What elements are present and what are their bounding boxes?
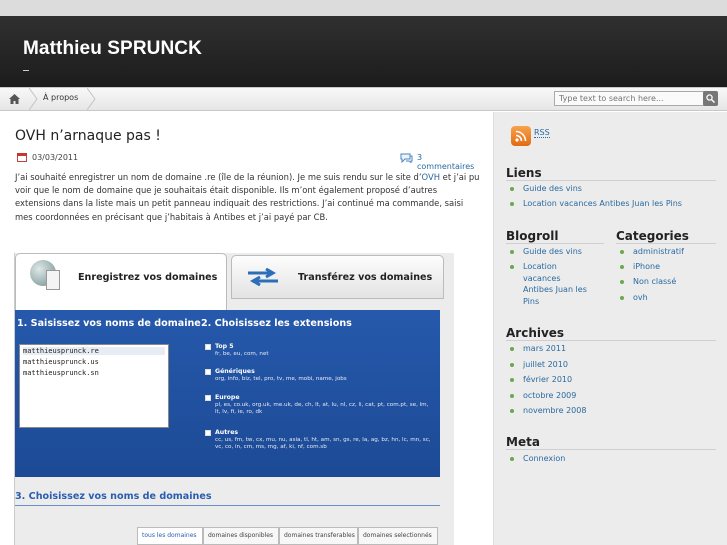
subtab: domaines transferables <box>279 527 358 545</box>
post-text: J’ai souhaité enregistrer un nom de doma… <box>15 172 422 182</box>
comments-link[interactable]: 3 commentaires <box>417 153 478 171</box>
title-underline <box>23 70 29 71</box>
link-location-vacances[interactable]: Location vacances Antibes Juan les Pins <box>510 198 682 210</box>
post-meta: 03/03/2011 3 commentaires <box>15 152 478 171</box>
domain-entry: matthieusprunck.us <box>23 358 99 366</box>
domain-textarea: matthieusprunck.re matthieusprunck.us ma… <box>19 344 169 428</box>
checkbox-icon <box>205 369 211 375</box>
post-screenshot: Enregistrez vos domaines Transférez vos … <box>14 253 454 545</box>
sidebar: RSS Liens Guide des vins Location vacanc… <box>493 112 727 545</box>
rss-icon[interactable] <box>511 126 531 146</box>
tab-register-domains: Enregistrez vos domaines <box>15 253 227 310</box>
post-title[interactable]: OVH n’arnaque pas ! <box>15 128 161 144</box>
tab-transfer-domains: Transférez vos domaines <box>231 255 444 299</box>
archive-item[interactable]: juillet 2010 <box>510 359 568 371</box>
search-icon <box>706 94 715 103</box>
category-item[interactable]: Non classé <box>619 276 676 288</box>
post-body: J’ai souhaité enregistrer un nom de doma… <box>15 171 483 224</box>
step3-title: 3. Choisissez vos noms de domaines <box>15 491 212 502</box>
subtab: tous les domaines <box>137 527 203 545</box>
divider <box>616 243 716 244</box>
tab-label: Transférez vos domaines <box>298 272 433 283</box>
home-icon <box>9 94 20 104</box>
nav-bar: À propos <box>0 87 727 111</box>
ext-list: pl, es, co.uk, org.uk, me.uk, de, ch, lt… <box>215 402 429 416</box>
checkbox-icon <box>205 430 211 436</box>
checkbox-icon <box>205 344 211 350</box>
archive-item[interactable]: novembre 2008 <box>509 405 586 417</box>
domain-form-panel: 1. Saisissez vos noms de domaine 2. Choi… <box>15 310 440 477</box>
category-item[interactable]: iPhone <box>619 261 660 273</box>
search-input[interactable] <box>554 91 706 106</box>
step2-title: 2. Choisissez les extensions <box>201 318 352 329</box>
home-button[interactable] <box>0 88 29 110</box>
categories-heading: Categories <box>616 229 689 243</box>
archives-heading: Archives <box>506 326 565 340</box>
ext-title: Génériques <box>215 368 255 375</box>
post-date: 03/03/2011 <box>32 153 79 162</box>
divider <box>506 449 716 450</box>
archive-item[interactable]: février 2010 <box>509 374 572 386</box>
main-content: OVH n’arnaque pas ! 03/03/2011 3 comment… <box>0 112 493 545</box>
rss-link[interactable]: RSS <box>534 128 550 138</box>
divider <box>506 243 604 244</box>
ovh-link[interactable]: OVH <box>422 172 440 182</box>
domain-entry: matthieusprunck.sn <box>23 369 99 377</box>
blogroll-item[interactable]: Guide des vins <box>510 246 582 258</box>
site-header: Matthieu SPRUNCK <box>0 16 727 87</box>
category-item[interactable]: ovh <box>620 292 648 304</box>
meta-heading: Meta <box>506 435 540 449</box>
liens-heading: Liens <box>506 166 542 180</box>
ext-list: fr, be, eu, com, net <box>215 351 269 357</box>
nav-separator <box>87 88 96 110</box>
checkbox-icon <box>205 395 211 401</box>
ext-title: Autres <box>215 429 239 436</box>
archive-item[interactable]: mars 2011 <box>509 343 566 355</box>
blogroll-item[interactable]: Location vacances Antibes Juan les Pins <box>510 261 593 307</box>
blogroll-heading: Blogroll <box>506 229 559 243</box>
subtab: domaines disponibles <box>203 527 279 545</box>
top-strip <box>0 0 727 16</box>
search-button[interactable] <box>703 91 718 106</box>
link-guide-des-vins[interactable]: Guide des vins <box>510 183 582 195</box>
comment-icon <box>400 153 413 163</box>
tab-label: Enregistrez vos domaines <box>78 272 218 283</box>
nav-item-apropos[interactable]: À propos <box>43 93 78 102</box>
category-item[interactable]: administratif <box>620 246 684 258</box>
archive-item[interactable]: octobre 2009 <box>509 390 576 402</box>
domain-entry: matthieusprunck.re <box>23 347 165 355</box>
divider <box>506 340 716 341</box>
divider <box>15 505 440 506</box>
ext-list: cc, us, fm, tw, cx, mu, nu, asia, tl, ht… <box>215 437 431 451</box>
calendar-icon <box>17 153 27 162</box>
login-link[interactable]: Connexion <box>509 453 565 465</box>
document-icon <box>46 270 60 290</box>
transfer-arrows-icon <box>248 268 278 286</box>
subtab: domaines selectionnés <box>358 527 438 545</box>
nav-separator <box>29 88 38 110</box>
ext-list: org, info, biz, tel, pro, tv, me, mobi, … <box>215 376 347 382</box>
ext-title: Top 5 <box>215 343 234 350</box>
divider <box>506 180 716 181</box>
ext-title: Europe <box>215 394 240 401</box>
site-title[interactable]: Matthieu SPRUNCK <box>23 38 202 60</box>
step1-title: 1. Saisissez vos noms de domaine <box>17 318 201 329</box>
